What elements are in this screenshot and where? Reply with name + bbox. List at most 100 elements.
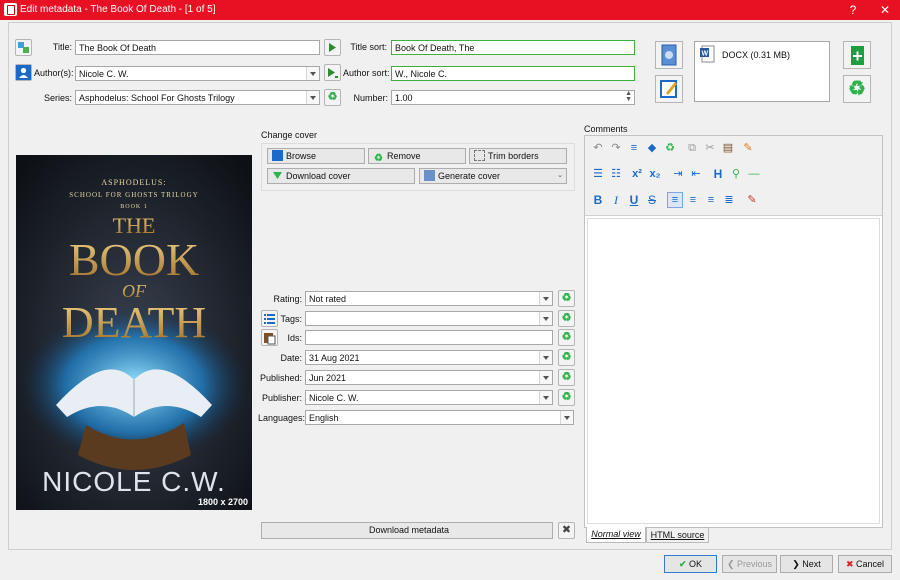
chevron-down-icon[interactable] [539,312,552,325]
redo-icon[interactable]: ↷ [609,141,623,155]
rating-combo[interactable]: Not rated [305,291,553,306]
title-to-sort-button[interactable] [15,39,32,56]
tags-clear-button[interactable]: ♻ [558,310,575,327]
languages-combo[interactable]: English [305,410,574,425]
outdent-icon[interactable]: ⇤ [689,167,703,181]
text-color-icon[interactable]: ✎ [745,193,759,207]
add-format-button[interactable] [843,41,871,69]
tags-combo[interactable] [305,311,553,326]
cut-icon[interactable]: ✂ [703,141,717,155]
close-window-button[interactable]: ✕ [870,0,900,20]
remove-cover-button[interactable]: ♻ Remove [368,148,466,164]
tags-label: Tags: [280,314,302,324]
publisher-clear-button[interactable]: ♻ [558,389,575,406]
manage-authors-button[interactable] [15,64,32,81]
chevron-down-icon[interactable] [306,91,319,104]
italic-icon[interactable]: I [609,193,623,207]
series-number-spinner[interactable]: 1.00 ▲ ▼ [391,90,635,105]
recycle-icon: ♻ [561,391,572,403]
generate-cover-button[interactable]: Generate cover ⌄ [419,168,567,184]
title-sort-input[interactable]: Book Of Death, The [391,40,635,55]
bold-icon[interactable]: B [591,193,605,207]
align-left-icon[interactable]: ≡ [667,192,683,208]
title-input[interactable]: The Book Of Death [75,40,320,55]
horizontal-rule-icon[interactable]: — [747,167,761,181]
date-edit[interactable]: 31 Aug 2021 [305,350,553,365]
previous-button[interactable]: ❮ Previous [722,555,777,573]
subscript-icon[interactable]: x₂ [648,167,662,181]
format-entry-docx[interactable]: DOCX (0.31 MB) [722,50,790,60]
trim-borders-button[interactable]: Trim borders [469,148,567,164]
formats-list[interactable]: W DOCX (0.31 MB) [694,41,830,102]
chevron-down-icon[interactable] [539,391,552,404]
recycle-icon[interactable]: ♻ [663,141,677,155]
tab-html-source[interactable]: HTML source [646,527,709,543]
align-right-icon[interactable]: ≡ [704,193,718,207]
chevron-down-icon[interactable]: ⌄ [557,169,563,183]
heading-icon[interactable]: H [711,167,725,181]
title-label: Title: [52,42,72,52]
chevron-down-icon[interactable] [560,411,573,424]
title-copy-button[interactable] [324,39,341,56]
superscript-icon[interactable]: x² [630,167,644,181]
align-center-icon[interactable]: ≡ [686,193,700,207]
copy-icon[interactable]: ⧉ [685,141,699,155]
download-cover-button[interactable]: Download cover [267,168,415,184]
configure-download-button[interactable]: ✖ [558,522,575,539]
underline-icon[interactable]: U [627,193,641,207]
ids-clear-button[interactable]: ♻ [558,329,575,346]
rating-clear-button[interactable]: ♻ [558,290,575,307]
link-icon[interactable]: ⚲ [729,167,743,181]
indent-icon[interactable]: ⇥ [671,167,685,181]
spinner-arrows-icon[interactable]: ▲ ▼ [625,91,632,103]
cover-death-text: DEATH [62,298,206,347]
remove-format-button[interactable]: ♻ [843,75,871,103]
user-icon [16,65,31,80]
publisher-combo[interactable]: Nicole C. W. [305,390,553,405]
tab-normal-view[interactable]: Normal view [586,527,646,543]
author-sort-copy-button[interactable] [324,64,341,81]
ordered-list-icon[interactable]: ☰ [591,167,605,181]
recycle-icon: ♻ [561,371,572,383]
publisher-label: Publisher: [261,393,302,403]
eraser-icon[interactable]: ◆ [645,141,659,155]
paint-icon[interactable]: ✎ [741,141,755,155]
comments-text-area[interactable] [587,218,880,524]
paste-icon[interactable]: ▤ [721,141,735,155]
set-metadata-from-format-button[interactable] [655,75,683,103]
set-cover-from-format-button[interactable] [655,41,683,69]
tab-html-label: HTML source [650,530,705,540]
chevron-down-icon[interactable] [539,292,552,305]
authors-combo[interactable]: Nicole C. W. [75,66,320,81]
chevron-down-icon[interactable] [539,371,552,384]
ok-button[interactable]: ✔ OK [664,555,717,573]
ids-edit-button[interactable] [261,329,278,346]
cancel-button[interactable]: ✖ Cancel [838,555,892,573]
published-edit[interactable]: Jun 2021 [305,370,553,385]
ok-label: OK [689,559,703,569]
cover-size-label: 1800 x 2700 [197,497,248,507]
published-clear-button[interactable]: ♻ [558,369,575,386]
edit-metadata-icon [660,80,677,98]
author-sort-input[interactable]: W., Nicole C. [391,66,635,81]
undo-icon[interactable]: ↶ [591,141,605,155]
ids-input[interactable] [305,330,553,345]
recycle-icon: ♻ [561,351,572,363]
chevron-down-icon[interactable] [539,351,552,364]
strikethrough-icon[interactable]: S [645,193,659,207]
recycle-icon: ♻ [561,312,572,324]
unordered-list-icon[interactable]: ☷ [609,167,623,181]
next-button[interactable]: ❯ Next [780,555,833,573]
select-all-icon[interactable]: ≡ [627,141,641,155]
browse-cover-button[interactable]: Browse [267,148,365,164]
app-icon [4,3,17,16]
date-clear-button[interactable]: ♻ [558,349,575,366]
tag-editor-button[interactable] [261,310,278,327]
series-clear-button[interactable]: ♻ [324,89,341,106]
series-combo[interactable]: Asphodelus: School For Ghosts Trilogy [75,90,320,105]
chevron-down-icon[interactable] [306,67,319,80]
justify-icon[interactable]: ≣ [722,193,736,207]
download-metadata-button[interactable]: Download metadata [261,522,553,539]
chevron-right-icon: ❯ [792,559,800,569]
help-button[interactable]: ? [838,0,868,20]
